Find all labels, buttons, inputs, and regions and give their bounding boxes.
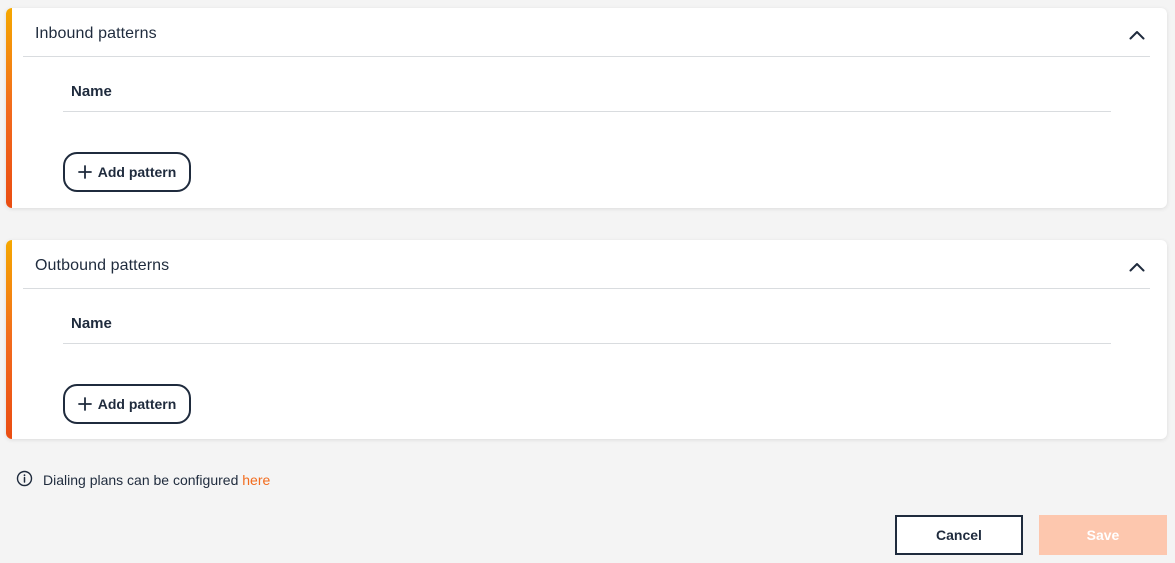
dialing-plans-link[interactable]: here <box>242 472 270 488</box>
save-button[interactable]: Save <box>1039 515 1167 555</box>
outbound-table-header: Name <box>63 314 1111 344</box>
name-column-header: Name <box>71 83 112 100</box>
outbound-patterns-panel: Outbound patterns Name Add pattern <box>6 240 1167 439</box>
outbound-patterns-header[interactable]: Outbound patterns <box>23 240 1150 289</box>
chevron-up-icon[interactable] <box>1124 22 1150 48</box>
info-text: Dialing plans can be configured here <box>43 472 270 488</box>
plus-icon <box>77 165 92 179</box>
inbound-patterns-header[interactable]: Inbound patterns <box>23 8 1150 57</box>
chevron-up-icon[interactable] <box>1124 254 1150 280</box>
add-pattern-label: Add pattern <box>97 164 177 180</box>
add-pattern-label: Add pattern <box>97 396 177 412</box>
inbound-add-pattern-button[interactable]: Add pattern <box>63 152 191 192</box>
name-column-header: Name <box>71 315 112 332</box>
dialing-plans-info: Dialing plans can be configured here <box>16 470 270 490</box>
outbound-add-pattern-button[interactable]: Add pattern <box>63 384 191 424</box>
cancel-button[interactable]: Cancel <box>895 515 1023 555</box>
inbound-patterns-panel: Inbound patterns Name Add pattern <box>6 8 1167 208</box>
info-message: Dialing plans can be configured <box>43 472 239 488</box>
info-icon <box>16 470 33 490</box>
plus-icon <box>77 397 92 411</box>
inbound-patterns-title: Inbound patterns <box>35 25 157 42</box>
outbound-patterns-title: Outbound patterns <box>35 257 170 274</box>
inbound-table-header: Name <box>63 82 1111 112</box>
page: Inbound patterns Name Add pattern Outbou… <box>0 0 1175 563</box>
